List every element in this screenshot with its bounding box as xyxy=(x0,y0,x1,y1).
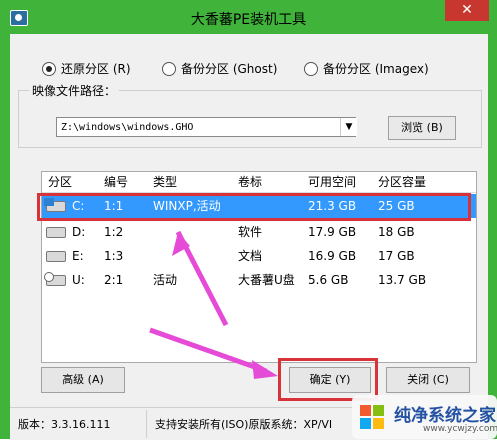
backup-ghost-option[interactable]: 备份分区 (Ghost) xyxy=(162,60,277,77)
browse-button[interactable]: 浏览 (B) xyxy=(388,116,456,140)
close-window-button[interactable]: ✕ xyxy=(445,0,489,21)
restore-option[interactable]: 还原分区 (R) xyxy=(42,60,131,77)
cell-partition: U: xyxy=(72,273,85,287)
table-row-e[interactable]: E: 1:3 文档 16.9 GB 17 GB xyxy=(42,244,476,268)
windows-logo-icon xyxy=(360,405,384,429)
drive-icon xyxy=(46,227,66,238)
status-divider xyxy=(146,410,147,438)
version-text: 版本：3.3.16.111 xyxy=(18,418,111,431)
cell-volume-label: 软件 xyxy=(238,225,263,239)
image-path-input[interactable]: Z:\windows\windows.GHO xyxy=(56,117,356,137)
cell-capacity: 17 GB xyxy=(378,249,415,263)
watermark-url: www.ycwjzy.com xyxy=(423,424,497,434)
backup-imagex-radio[interactable] xyxy=(304,61,318,76)
cell-type: 活动 xyxy=(153,273,178,287)
cell-number: 1:2 xyxy=(104,225,124,239)
watermark-text: 纯净系统之家 xyxy=(394,406,496,426)
backup-ghost-label: 备份分区 (Ghost) xyxy=(181,62,278,76)
header-type: 类型 xyxy=(153,175,178,189)
header-number: 编号 xyxy=(104,175,129,189)
window-title: 大香蕃PE装机工具 xyxy=(190,12,307,28)
site-watermark: 纯净系统之家 www.ycwjzy.com xyxy=(352,395,497,439)
header-partition: 分区 xyxy=(48,175,73,189)
table-row-d[interactable]: D: 1:2 软件 17.9 GB 18 GB xyxy=(42,220,476,244)
close-button[interactable]: 关闭 (C) xyxy=(386,367,470,393)
restore-radio[interactable] xyxy=(42,61,56,76)
cell-number: 1:3 xyxy=(104,249,124,263)
close-icon: ✕ xyxy=(461,2,473,18)
backup-imagex-option[interactable]: 备份分区 (Imagex) xyxy=(304,60,429,77)
cell-number: 2:1 xyxy=(104,273,124,287)
support-text: 支持安装所有(ISO)原版系统：XP/VI xyxy=(155,418,333,431)
backup-ghost-radio[interactable] xyxy=(162,61,176,76)
cell-free-space: 16.9 GB xyxy=(308,249,357,263)
usb-drive-icon xyxy=(44,272,66,286)
header-free-space: 可用空间 xyxy=(308,175,357,189)
main-panel: 还原分区 (R) 备份分区 (Ghost) 备份分区 (Imagex) 映像文件… xyxy=(10,34,488,440)
cell-partition: D: xyxy=(72,225,86,239)
restore-label: 还原分区 (R) xyxy=(61,62,131,76)
title-bar: 大香蕃PE装机工具 ✕ xyxy=(0,0,497,34)
path-dropdown-button[interactable]: ▼ xyxy=(340,118,357,136)
cell-capacity: 13.7 GB xyxy=(378,273,427,287)
chevron-down-icon: ▼ xyxy=(345,122,353,132)
cell-partition: E: xyxy=(72,249,84,263)
table-header: 分区 编号 类型 卷标 可用空间 分区容量 xyxy=(42,172,476,193)
cell-capacity: 18 GB xyxy=(378,225,415,239)
table-row-u[interactable]: U: 2:1 活动 大番薯U盘 5.6 GB 13.7 GB xyxy=(42,268,476,292)
app-window: 大香蕃PE装机工具 ✕ 还原分区 (R) 备份分区 (Ghost) 备份分区 (… xyxy=(0,0,497,440)
advanced-button[interactable]: 高级 (A) xyxy=(41,367,125,393)
cell-volume-label: 文档 xyxy=(238,249,263,263)
selected-partition-highlight xyxy=(37,193,471,221)
image-path-label: 映像文件路径： xyxy=(29,82,120,99)
cell-free-space: 17.9 GB xyxy=(308,225,357,239)
drive-icon xyxy=(46,251,66,262)
cell-volume-label: 大番薯U盘 xyxy=(238,273,295,287)
header-capacity: 分区容量 xyxy=(378,175,427,189)
backup-imagex-label: 备份分区 (Imagex) xyxy=(323,62,429,76)
cell-free-space: 5.6 GB xyxy=(308,273,349,287)
header-volume-label: 卷标 xyxy=(238,175,263,189)
